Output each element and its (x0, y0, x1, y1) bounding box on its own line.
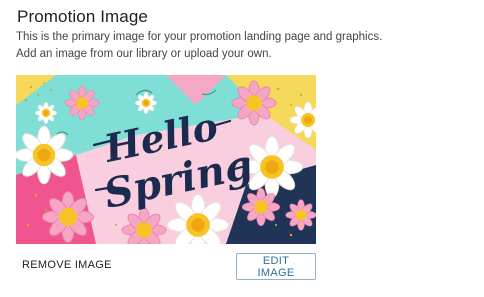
section-description: This is the primary image for your promo… (16, 31, 383, 43)
section-title: Promotion Image (17, 7, 148, 26)
promotion-image-artwork: Hello Spring (16, 75, 316, 244)
section-description-secondary: Add an image from our library or upload … (16, 48, 272, 60)
edit-image-button[interactable]: EDIT IMAGE (236, 253, 316, 280)
remove-image-button[interactable]: REMOVE IMAGE (22, 259, 112, 271)
promotion-image: Hello Spring (16, 75, 316, 244)
